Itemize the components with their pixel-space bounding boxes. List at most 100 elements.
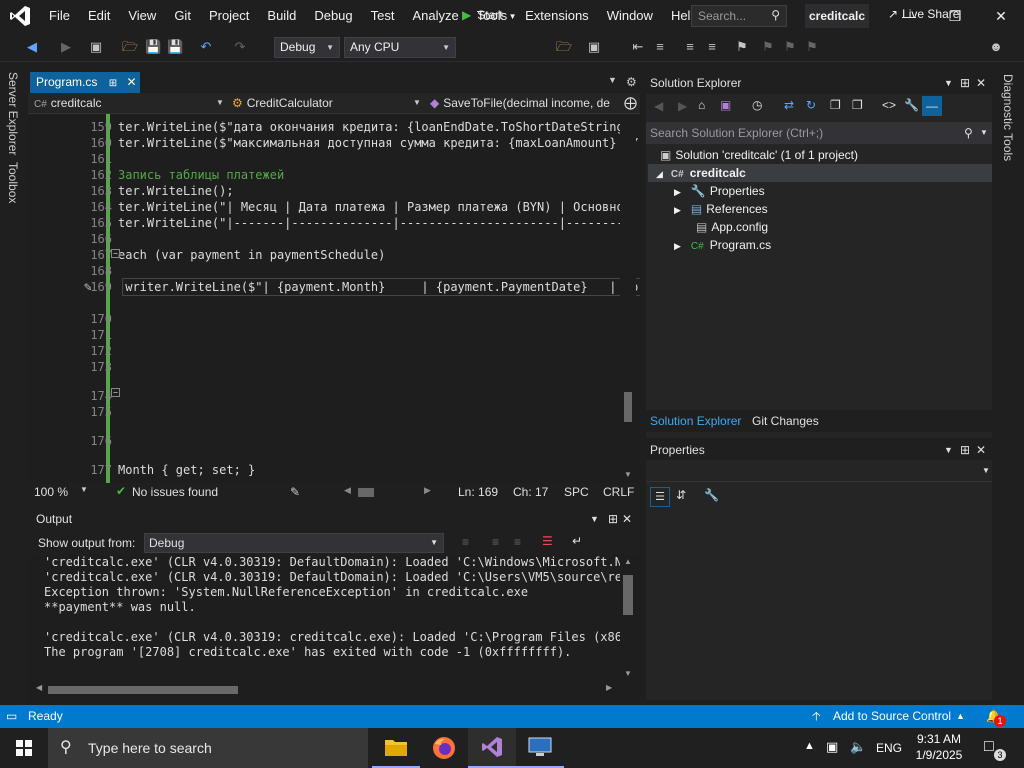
save-all-icon[interactable]: 💾	[167, 39, 183, 55]
menu-file[interactable]: File	[40, 0, 79, 32]
refresh-icon[interactable]: ↻	[806, 98, 816, 112]
pin-icon[interactable]: ⊞	[960, 440, 970, 460]
platform-select[interactable]: Any CPU ▼	[344, 37, 456, 58]
close-panel-icon[interactable]: ✕	[976, 440, 986, 460]
code-editor[interactable]: 159 ter.WriteLine($"дата окончания креди…	[28, 114, 640, 484]
menu-view[interactable]: View	[119, 0, 165, 32]
volume-icon[interactable]: 🔈	[850, 739, 866, 755]
scroll-down-icon[interactable]: ▼	[624, 669, 632, 678]
taskbar-search-input[interactable]: ⚲ Type here to search	[48, 728, 368, 768]
collapse-all-icon[interactable]: ❐	[830, 98, 841, 112]
visual-studio-logo-icon[interactable]	[0, 0, 40, 32]
close-tab-icon[interactable]: ✕	[126, 75, 136, 89]
properties-object-select[interactable]: ▼	[646, 462, 992, 482]
collapsed-arrow-icon[interactable]: ▶	[674, 187, 681, 197]
taskbar-clock[interactable]: 9:31 AM 1/9/2025	[904, 731, 974, 763]
history-icon[interactable]: ◷	[752, 98, 762, 112]
menu-build[interactable]: Build	[258, 0, 305, 32]
brush-icon[interactable]: ✎	[290, 485, 300, 499]
add-to-source-control-button[interactable]: Add to Source Control	[833, 705, 951, 728]
output-vertical-scrollbar[interactable]: ▲ ▼	[620, 555, 636, 683]
scroll-thumb[interactable]	[48, 686, 238, 694]
collapsed-arrow-icon[interactable]: ▶	[674, 241, 681, 251]
remote-desktop-icon[interactable]	[516, 728, 564, 768]
bookmark-clear-icon[interactable]: ⚑	[804, 39, 820, 55]
folder-icon[interactable]: 🗁	[556, 39, 572, 55]
whitespace-indicator[interactable]: SPC	[564, 485, 589, 499]
find-prev-icon[interactable]: ≡	[462, 535, 469, 549]
solution-search-input[interactable]: Search Solution Explorer (Ctrl+;) ⚲ ▼	[646, 122, 992, 144]
find-next-icon[interactable]: ≡	[492, 535, 499, 549]
bookmark-prev-icon[interactable]: ⚑	[760, 39, 776, 55]
forward-icon[interactable]: ▶	[58, 39, 74, 55]
sync-icon[interactable]: ⇄	[784, 98, 794, 112]
scroll-left-icon[interactable]: ◀	[36, 683, 42, 692]
editor-vertical-scrollbar[interactable]: ▼	[620, 114, 636, 484]
step-icon[interactable]: ⇤	[630, 39, 646, 55]
live-share-button[interactable]: ↗ Live Share	[888, 7, 959, 21]
tree-item-project[interactable]: ◢ C# creditcalc	[656, 164, 746, 184]
toolbox-tab[interactable]: Toolbox	[6, 162, 20, 203]
preview-icon[interactable]: —	[922, 96, 942, 116]
word-wrap-icon[interactable]: ↵	[572, 534, 582, 548]
menu-git[interactable]: Git	[165, 0, 200, 32]
open-folder-icon[interactable]: 🗁	[122, 39, 138, 55]
collapse-icon[interactable]: −	[111, 249, 120, 258]
zoom-level[interactable]: 100 %	[34, 485, 68, 499]
dropdown-icon[interactable]: ▼	[590, 508, 599, 530]
find-icon[interactable]: ≡	[514, 535, 521, 549]
scroll-left-icon[interactable]: ◀	[344, 485, 351, 496]
split-icon[interactable]: ⨁	[624, 95, 637, 111]
save-icon[interactable]: 💾	[145, 39, 161, 55]
tab-solution-explorer[interactable]: Solution Explorer	[650, 414, 741, 428]
tree-item-properties[interactable]: ▶ 🔧 Properties	[674, 182, 765, 201]
tab-program-cs[interactable]: Program.cs ⊞ ✕	[30, 72, 140, 93]
column-indicator[interactable]: Ch: 17	[513, 485, 548, 499]
tree-item-app-config[interactable]: ▤ App.config	[696, 218, 768, 236]
comment-icon[interactable]: ≡	[704, 39, 720, 55]
tab-overflow-icon[interactable]: ▼	[608, 75, 617, 85]
close-button[interactable]: ✕	[978, 0, 1024, 32]
action-center-icon[interactable]: □	[984, 738, 994, 756]
align-icon[interactable]: ≡	[682, 39, 698, 55]
tree-item-program-cs[interactable]: ▶ C# Program.cs	[674, 236, 771, 256]
menu-analyze[interactable]: Analyze	[403, 0, 467, 32]
output-source-select[interactable]: Debug ▼	[144, 533, 444, 553]
project-nav-select[interactable]: C# creditcalc	[34, 94, 230, 113]
alphabetical-icon[interactable]: ⇵	[676, 488, 686, 502]
home-icon[interactable]: ⌂	[698, 98, 705, 112]
layout-icon[interactable]: ≡	[652, 39, 668, 55]
line-ending-indicator[interactable]: CRLF	[603, 485, 634, 499]
clear-all-icon[interactable]: ☰	[542, 534, 553, 548]
pin-icon[interactable]: ⊞	[109, 78, 117, 89]
pin-icon[interactable]: ⊞	[960, 72, 970, 94]
properties-wrench-icon[interactable]: 🔧	[904, 98, 919, 112]
language-indicator[interactable]: ENG	[876, 741, 902, 755]
pin-icon[interactable]: ⊞	[608, 508, 618, 530]
forward-icon[interactable]: ▶	[678, 99, 687, 113]
dropdown-icon[interactable]: ▼	[944, 440, 953, 460]
diagnostic-tools-tab[interactable]: Diagnostic Tools	[1001, 74, 1015, 161]
expanded-arrow-icon[interactable]: ◢	[656, 169, 663, 179]
bookmark-icon[interactable]: ⚑	[734, 39, 750, 55]
collapsed-arrow-icon[interactable]: ▶	[674, 205, 681, 215]
new-item-icon[interactable]: ▣	[88, 39, 104, 55]
tree-item-solution[interactable]: ▣ Solution 'creditcalc' (1 of 1 project)	[660, 146, 858, 164]
dropdown-icon[interactable]: ▼	[944, 72, 953, 94]
server-explorer-tab[interactable]: Server Explorer	[6, 72, 20, 155]
firefox-icon[interactable]	[420, 728, 468, 768]
show-all-files-icon[interactable]: ❐	[852, 98, 863, 112]
settings-gear-icon[interactable]: ⚙	[626, 75, 637, 89]
scroll-thumb[interactable]	[624, 392, 632, 422]
scroll-thumb[interactable]	[623, 575, 633, 615]
horizontal-scroll-thumb[interactable]	[358, 488, 374, 497]
menu-project[interactable]: Project	[200, 0, 258, 32]
menu-edit[interactable]: Edit	[79, 0, 119, 32]
output-text[interactable]: 'creditcalc.exe' (CLR v4.0.30319: Defaul…	[28, 555, 620, 683]
switch-view-icon[interactable]: ▣	[720, 98, 731, 112]
scroll-down-icon[interactable]: ▼	[624, 470, 632, 479]
menu-window[interactable]: Window	[598, 0, 662, 32]
quick-actions-icon[interactable]: ✎	[84, 280, 92, 295]
scroll-right-icon[interactable]: ▶	[606, 683, 612, 692]
scroll-up-icon[interactable]: ▲	[624, 557, 632, 566]
